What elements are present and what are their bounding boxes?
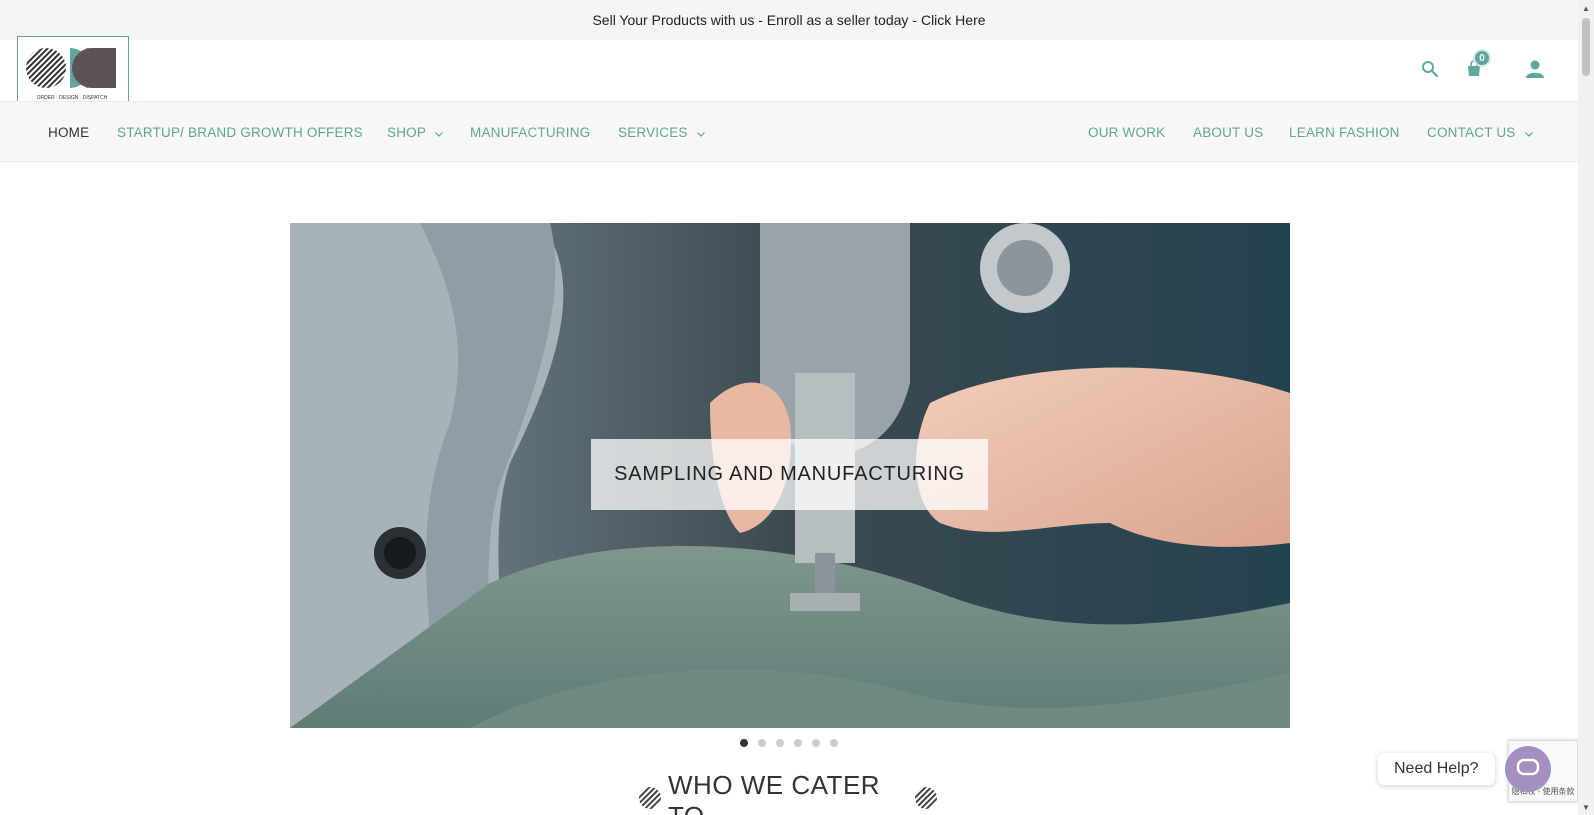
chat-button[interactable] xyxy=(1505,746,1551,792)
chat-bubble-icon xyxy=(1516,758,1540,776)
nav-our-work-label: OUR WORK xyxy=(1088,125,1166,140)
nav-about-us-label: ABOUT US xyxy=(1193,125,1264,140)
hero-caption: SAMPLING AND MANUFACTURING xyxy=(591,439,988,510)
nav-learn-fashion-label: LEARN FASHION xyxy=(1289,125,1400,140)
nav-contact-us-label: CONTACT US xyxy=(1427,125,1516,140)
nav-our-work[interactable]: OUR WORK xyxy=(1088,102,1165,163)
main-navigation: HOME STARTUP/ BRAND GROWTH OFFERS SHOP M… xyxy=(0,101,1578,162)
scroll-up-arrow-icon[interactable]: ▲ xyxy=(1578,0,1594,16)
nav-services-label: SERVICES xyxy=(618,125,688,140)
nav-home[interactable]: HOME xyxy=(48,102,89,163)
account-icon[interactable] xyxy=(1522,56,1548,82)
slider-dot[interactable] xyxy=(758,739,766,747)
nav-manufacturing[interactable]: MANUFACTURING xyxy=(470,102,590,163)
slider-pagination xyxy=(740,739,838,747)
announcement-text: Sell Your Products with us - Enroll as a… xyxy=(592,12,917,28)
striped-circle-icon xyxy=(638,786,662,815)
site-header: ORDER · DESIGN · DISPATCH xyxy=(0,36,1578,104)
site-logo[interactable]: ORDER · DESIGN · DISPATCH xyxy=(17,36,129,104)
nav-home-label: HOME xyxy=(48,125,90,140)
section-title-text: WHO WE CATER TO xyxy=(668,770,881,815)
striped-circle-icon xyxy=(914,786,938,815)
chevron-down-icon xyxy=(696,125,705,140)
nav-services[interactable]: SERVICES xyxy=(618,102,705,163)
slider-dot[interactable] xyxy=(776,739,784,747)
nav-learn-fashion[interactable]: LEARN FASHION xyxy=(1289,102,1400,163)
scroll-down-arrow-icon[interactable]: ▼ xyxy=(1578,799,1594,815)
announcement-bar: Sell Your Products with us - Enroll as a… xyxy=(0,0,1578,40)
scroll-thumb[interactable] xyxy=(1582,18,1590,76)
nav-shop[interactable]: SHOP xyxy=(387,102,443,163)
nav-manufacturing-label: MANUFACTURING xyxy=(470,125,591,140)
nav-startup-offers-label: STARTUP/ BRAND GROWTH OFFERS xyxy=(117,125,363,140)
nav-startup-offers[interactable]: STARTUP/ BRAND GROWTH OFFERS xyxy=(117,102,363,163)
slider-dot[interactable] xyxy=(740,739,748,747)
hero-slider[interactable]: SAMPLING AND MANUFACTURING xyxy=(290,223,1290,728)
slider-dot[interactable] xyxy=(794,739,802,747)
chevron-down-icon xyxy=(435,125,443,140)
nav-shop-label: SHOP xyxy=(387,125,427,140)
page-scrollbar[interactable]: ▲ ▼ xyxy=(1578,0,1594,815)
need-help-label[interactable]: Need Help? xyxy=(1378,753,1495,785)
cart-count-badge: 0 xyxy=(1473,49,1491,67)
chevron-down-icon xyxy=(1524,125,1533,140)
slider-dot[interactable] xyxy=(830,739,838,747)
search-icon[interactable] xyxy=(1417,56,1443,82)
nav-contact-us[interactable]: CONTACT US xyxy=(1427,102,1533,163)
slider-dot[interactable] xyxy=(812,739,820,747)
section-heading: WHO WE CATER TO xyxy=(632,770,944,815)
nav-about-us[interactable]: ABOUT US xyxy=(1193,102,1263,163)
enroll-seller-link[interactable]: Click Here xyxy=(921,12,986,28)
